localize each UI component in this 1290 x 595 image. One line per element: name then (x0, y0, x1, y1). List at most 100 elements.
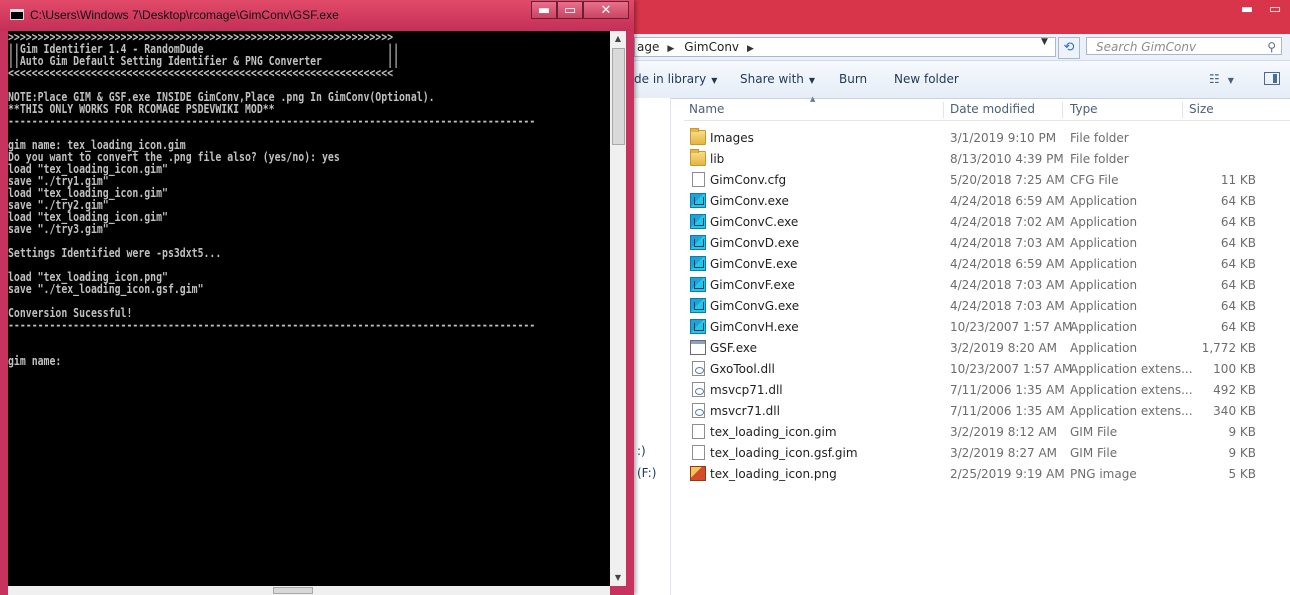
file-date: 2/25/2019 9:19 AM (950, 467, 1065, 481)
gimconv-app-icon (690, 214, 706, 229)
file-type: File folder (1070, 152, 1129, 166)
file-size: 64 KB (1220, 194, 1256, 208)
breadcrumb-current[interactable]: GimConv (684, 40, 739, 54)
file-row[interactable]: Images 3/1/2019 9:10 PM File folder (684, 127, 1290, 148)
file-row[interactable]: GimConvE.exe 4/24/2018 6:59 AM Application… (684, 253, 1290, 274)
horizontal-scroll-thumb[interactable] (273, 587, 313, 594)
file-row[interactable]: GimConvG.exe 4/24/2018 7:03 AM Application… (684, 295, 1290, 316)
console-vertical-scrollbar[interactable]: ▲ ▼ (610, 31, 626, 586)
file-name: GimConvE.exe (710, 257, 798, 271)
scroll-up-icon[interactable]: ▲ (610, 31, 626, 47)
file-size: 64 KB (1220, 299, 1256, 313)
file-name: GSF.exe (710, 341, 757, 355)
new-folder-button[interactable]: New folder (894, 72, 959, 86)
console-titlebar[interactable]: C:\Users\Windows 7\Desktop\rcomage\GimCo… (0, 0, 634, 31)
breadcrumb-separator-icon[interactable]: ▶ (747, 44, 754, 54)
file-date: 5/20/2018 7:25 AM (950, 173, 1065, 187)
console-output[interactable]: >>>>>>>>>>>>>>>>>>>>>>>>>>>>>>>>>>>>>>>>… (8, 31, 610, 586)
search-icon[interactable]: ⚲ (1267, 38, 1276, 56)
console-app-icon[interactable] (10, 9, 24, 20)
png-image-icon (690, 466, 706, 481)
console-minimize-button[interactable]: ▬ (531, 1, 557, 19)
column-header-size[interactable]: Size (1189, 102, 1265, 118)
file-type: Application (1070, 299, 1138, 313)
dll-icon (692, 403, 705, 418)
file-row[interactable]: GimConvC.exe 4/24/2018 7:02 AM Application… (684, 211, 1290, 232)
burn-button[interactable]: Burn (839, 72, 867, 86)
console-line: save "./try3.gim" (8, 222, 109, 236)
file-row[interactable]: tex_loading_icon.gim 3/2/2019 8:12 AM GIM … (684, 421, 1290, 442)
chevron-down-icon: ▼ (711, 76, 718, 85)
file-date: 4/24/2018 6:59 AM (950, 257, 1065, 271)
nav-drive-item[interactable]: :) (637, 444, 646, 458)
file-date: 4/24/2018 7:03 AM (950, 299, 1065, 313)
file-name: GimConvC.exe (710, 215, 799, 229)
preview-pane-icon[interactable] (1264, 72, 1280, 85)
file-row[interactable]: GimConv.cfg 5/20/2018 7:25 AM CFG File 11 K… (684, 169, 1290, 190)
share-with-button[interactable]: Share with ▼ (740, 72, 815, 86)
console-line: save "./tex_loading_icon.gsf.gim" (8, 282, 204, 296)
gimconv-app-icon (690, 256, 706, 271)
console-line: <<<<<<<<<<<<<<<<<<<<<<<<<<<<<<<<<<<<<<<<… (8, 66, 394, 80)
change-view-button[interactable]: ☷ ▼ (1209, 72, 1234, 86)
console-maximize-button[interactable]: ▭ (557, 1, 583, 19)
file-row[interactable]: GxoTool.dll 10/23/2007 1:57 AM Application… (684, 358, 1290, 379)
file-name: msvcp71.dll (710, 383, 783, 397)
file-date: 4/24/2018 7:03 AM (950, 278, 1065, 292)
address-box[interactable]: age ▶ GimConv ▶ (634, 37, 1056, 57)
explorer-window: ▬ ▭ age ▶ GimConv ▶ ▼ ⟲ Search GimConv ⚲ de… (634, 0, 1290, 595)
explorer-minimize-button[interactable]: ▬ (1236, 2, 1258, 18)
scroll-down-icon[interactable]: ▼ (610, 570, 626, 586)
file-size: 1,772 KB (1201, 341, 1256, 355)
file-date: 3/1/2019 9:10 PM (950, 131, 1057, 145)
explorer-titlebar: ▬ ▭ (634, 0, 1290, 34)
search-input[interactable]: Search GimConv ⚲ (1086, 37, 1282, 55)
file-row[interactable]: msvcp71.dll 7/11/2006 1:35 AM Application … (684, 379, 1290, 400)
vertical-scroll-thumb[interactable] (612, 48, 625, 145)
file-row[interactable]: tex_loading_icon.png 2/25/2019 9:19 AM PNG… (684, 463, 1290, 484)
file-type: PNG image (1070, 467, 1137, 481)
file-size: 64 KB (1220, 257, 1256, 271)
file-row[interactable]: GSF.exe 3/2/2019 8:20 AM Application 1,772 … (684, 337, 1290, 358)
console-horizontal-scrollbar[interactable] (8, 586, 610, 595)
console-close-button[interactable]: ✕ (583, 1, 629, 19)
file-type: Application extens... (1070, 383, 1193, 397)
file-row[interactable]: GimConv.exe 4/24/2018 6:59 AM Application 6… (684, 190, 1290, 211)
column-header-type[interactable]: Type (1070, 102, 1183, 118)
include-in-library-button[interactable]: de in library ▼ (634, 72, 717, 86)
file-size: 64 KB (1220, 215, 1256, 229)
file-type: Application (1070, 194, 1138, 208)
file-date: 10/23/2007 1:57 AM (950, 362, 1073, 376)
file-row[interactable]: lib 8/13/2010 4:39 PM File folder (684, 148, 1290, 169)
explorer-maximize-button[interactable]: ▭ (1264, 2, 1286, 18)
file-size: 9 KB (1228, 425, 1256, 439)
nav-drive-item[interactable]: (F:) (637, 466, 656, 480)
file-type: Application extens... (1070, 362, 1193, 376)
column-header-name[interactable]: Name (689, 102, 944, 118)
file-row[interactable]: GimConvD.exe 4/24/2018 7:03 AM Application… (684, 232, 1290, 253)
file-date: 4/24/2018 7:02 AM (950, 215, 1065, 229)
breadcrumb-parent[interactable]: age (637, 40, 659, 54)
cfg-file-icon (692, 172, 705, 187)
refresh-button[interactable]: ⟲ (1058, 37, 1080, 59)
breadcrumb-separator-icon[interactable]: ▶ (667, 44, 674, 54)
search-placeholder: Search GimConv (1096, 40, 1197, 54)
file-row[interactable]: GimConvH.exe 10/23/2007 1:57 AM Applicatio… (684, 316, 1290, 337)
address-history-chevron-icon[interactable]: ▼ (1041, 37, 1048, 47)
file-type: File folder (1070, 131, 1129, 145)
file-type: Application (1070, 278, 1138, 292)
file-row[interactable]: GimConvF.exe 4/24/2018 7:03 AM Application… (684, 274, 1290, 295)
details-view-icon: ☷ (1209, 72, 1220, 86)
file-row[interactable]: tex_loading_icon.gsf.gim 3/2/2019 8:27 AM… (684, 442, 1290, 463)
file-date: 3/2/2019 8:20 AM (950, 341, 1058, 355)
file-row[interactable]: msvcr71.dll 7/11/2006 1:35 AM Application … (684, 400, 1290, 421)
file-type: Application extens... (1070, 404, 1193, 418)
file-size: 9 KB (1228, 446, 1256, 460)
console-window: C:\Users\Windows 7\Desktop\rcomage\GimCo… (0, 0, 634, 595)
file-icon (692, 445, 705, 460)
folder-icon (690, 149, 706, 166)
address-bar: age ▶ GimConv ▶ ▼ ⟲ Search GimConv ⚲ (634, 34, 1290, 61)
refresh-icon: ⟲ (1063, 40, 1075, 55)
file-type: Application (1070, 341, 1138, 355)
column-header-date[interactable]: Date modified (950, 102, 1063, 118)
